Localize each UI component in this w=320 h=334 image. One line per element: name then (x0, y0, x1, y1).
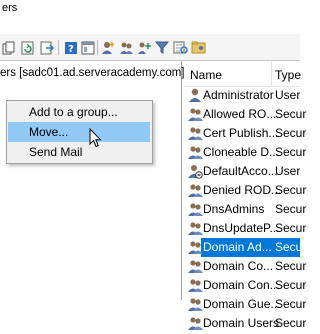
list-item-name: Cloneable D... (203, 145, 280, 159)
group-icon (187, 296, 203, 312)
query-icon[interactable] (173, 40, 188, 55)
group-icon (187, 182, 203, 198)
menu-item-label: Move... (29, 125, 69, 139)
group-icon (187, 106, 203, 122)
ou-icon[interactable] (191, 40, 206, 55)
menu-item-send-mail[interactable]: Send Mail (7, 142, 152, 162)
group-icon (187, 125, 203, 141)
filter-icon[interactable] (155, 40, 170, 55)
list-item-name: Domain Ad... (203, 240, 272, 254)
list-item-name: DnsAdmins (203, 202, 265, 216)
list-item-type: Secur (275, 240, 307, 254)
copy-icon[interactable] (1, 40, 16, 55)
list-item[interactable]: Denied ROD... Secur (184, 181, 306, 200)
list-item[interactable]: Domain Con... Secur (184, 276, 306, 295)
list-item-type: User (275, 88, 301, 102)
group-icon (187, 258, 203, 274)
group-icon (187, 220, 203, 236)
list-item[interactable]: DnsAdmins Secur (184, 200, 306, 219)
menu-item-move[interactable]: Move... (7, 122, 152, 142)
list-item-name: Domain Gue... (203, 297, 281, 311)
menu-bar (0, 20, 300, 34)
list-item[interactable]: DnsUpdateP... Secur (184, 219, 306, 238)
refresh-icon[interactable] (20, 40, 35, 55)
window-title: ers (2, 2, 18, 14)
list-item-type: Secur (275, 316, 307, 330)
column-header-type[interactable]: Type (275, 68, 301, 82)
export-list-icon[interactable] (39, 40, 54, 55)
list-header: Name Type (184, 61, 301, 87)
user-icon (187, 87, 203, 103)
list-item-type: Secur (275, 183, 307, 197)
add-to-group-icon[interactable] (137, 40, 152, 55)
list-item[interactable]: Domain Ad... Secur (184, 238, 306, 257)
list-item[interactable]: Cert Publish... Secur (184, 124, 306, 143)
group-icon (187, 315, 203, 331)
toolbar: ? (0, 34, 300, 61)
new-user-icon[interactable] (101, 40, 116, 55)
svg-text:?: ? (68, 44, 74, 55)
title-bar: ers (0, 0, 300, 20)
mouse-cursor-icon (89, 128, 101, 148)
list-item-name: Administrator (203, 88, 274, 102)
new-group-icon[interactable] (119, 40, 134, 55)
list-item-type: Secur (275, 107, 307, 121)
list-item-name: Denied ROD... (203, 183, 282, 197)
menu-item-label: Add to a group... (29, 105, 118, 119)
list-item-name: DnsUpdateP... (203, 221, 280, 235)
list-item[interactable]: Domain Gue... Secur (184, 295, 306, 314)
list-item-name: Cert Publish... (203, 126, 279, 140)
group-icon (187, 277, 203, 293)
list-item-name: Domain Users (203, 316, 280, 330)
list-item-type: Secur (275, 126, 307, 140)
list-item-name: Allowed RO... (203, 107, 277, 121)
group-icon (187, 239, 203, 255)
list-item-type: Secur (275, 202, 307, 216)
list-item[interactable]: Administrator User (184, 86, 300, 105)
list-item[interactable]: DefaultAcco... User (184, 162, 300, 181)
list-item[interactable]: Cloneable D... Secur (184, 143, 306, 162)
group-icon (187, 144, 203, 160)
help-icon[interactable]: ? (63, 40, 78, 55)
list-item-type: Secur (275, 259, 307, 273)
list-item[interactable]: Allowed RO... Secur (184, 105, 306, 124)
list-item[interactable]: Domain Co... Secur (184, 257, 306, 276)
list-item-type: Secur (275, 221, 307, 235)
list-item-type: User (275, 164, 301, 178)
details-pane[interactable]: Name Type Administrator User Allowed RO...… (184, 61, 306, 330)
list-item[interactable]: Domain Users Secur (184, 314, 306, 333)
menu-item-label: Send Mail (29, 145, 83, 159)
tree-pane[interactable]: ers [sadc01.ad.serveracademy.com] (0, 61, 185, 300)
list-item-type: Secur (275, 145, 307, 159)
group-icon (187, 201, 203, 217)
list-item-name: Domain Con... (203, 278, 280, 292)
console-icon[interactable] (80, 40, 95, 55)
context-menu: Add to a group... Move... Send Mail (6, 100, 153, 164)
menu-item-add-to-a-group[interactable]: Add to a group... (7, 102, 152, 122)
list-item-type: Secur (275, 278, 307, 292)
list-item-name: DefaultAcco... (203, 164, 278, 178)
column-header-name[interactable]: Name (190, 68, 222, 82)
tree-root-label[interactable]: ers [sadc01.ad.serveracademy.com] (0, 67, 185, 79)
list-item-type: Secur (275, 297, 307, 311)
disabled-user-icon (187, 163, 203, 179)
list-item-name: Domain Co... (203, 259, 274, 273)
